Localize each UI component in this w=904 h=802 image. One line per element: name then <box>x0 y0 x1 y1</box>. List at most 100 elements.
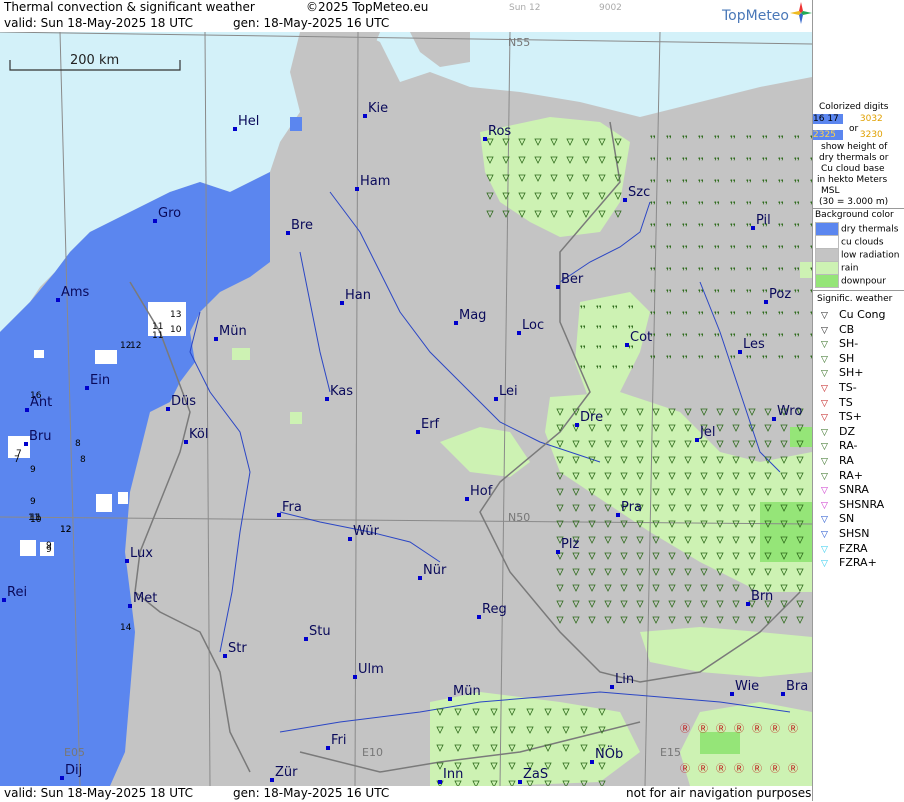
legend-wx-item: ▽ RA <box>821 454 854 467</box>
city-8[interactable]: Ams <box>56 285 90 302</box>
city-36[interactable]: Nür <box>418 563 447 580</box>
drizzle-symbol: ❜❜ <box>778 333 784 343</box>
city-marker <box>781 692 785 696</box>
drizzle-symbol: ❜❜ <box>746 289 752 299</box>
city-label: Fra <box>282 500 302 515</box>
drizzle-symbol: ❜❜ <box>714 157 720 167</box>
city-label: Ber <box>561 272 584 287</box>
weather-icon: ▽ <box>821 398 828 409</box>
city-label: Lei <box>499 384 518 399</box>
legend-panel: Colorized digits 16 17 3032 or 2325 3230… <box>812 0 904 801</box>
city-9[interactable]: Han <box>340 288 371 305</box>
drizzle-symbol: ❜❜ <box>596 305 602 315</box>
city-22[interactable]: Dre <box>575 410 603 427</box>
drizzle-symbol: ❜❜ <box>778 267 784 277</box>
city-51[interactable]: ZaS <box>518 767 548 784</box>
city-32[interactable]: Wür <box>348 524 380 541</box>
city-2[interactable]: Ros <box>483 124 511 141</box>
drizzle-symbol: ❜❜ <box>714 179 720 189</box>
thunderstorm-symbol: Ⓡ <box>752 723 762 735</box>
legend-bg-label: dry thermals <box>841 224 899 235</box>
footer-valid: valid: Sun 18-May-2025 18 UTC <box>4 786 193 800</box>
drizzle-symbol: ❜❜ <box>698 267 704 277</box>
city-marker <box>56 298 60 302</box>
city-47[interactable]: NÖb <box>590 745 623 764</box>
code-label: 9002 <box>599 3 622 13</box>
city-38[interactable]: Reg <box>477 602 507 619</box>
city-label: Poz <box>769 287 791 302</box>
drizzle-symbol: ❜❜ <box>794 245 800 255</box>
city-28[interactable]: Hof <box>465 484 493 501</box>
city-label: Mün <box>219 324 247 339</box>
drizzle-symbol: ❜❜ <box>714 135 720 145</box>
city-label: Bre <box>291 218 313 233</box>
city-11[interactable]: Poz <box>764 287 791 304</box>
drizzle-symbol: ❜❜ <box>762 311 768 321</box>
city-marker <box>355 187 359 191</box>
city-label: NÖb <box>595 745 623 762</box>
grid-label-n55: N55 <box>508 36 530 49</box>
weather-icon: ▽ <box>821 544 828 555</box>
drizzle-symbol: ❜❜ <box>730 245 736 255</box>
city-18[interactable]: Kas <box>325 384 353 401</box>
city-4[interactable]: Gro <box>153 206 181 223</box>
city-14[interactable]: Loc <box>517 318 544 335</box>
city-label: Cot <box>630 330 652 345</box>
drizzle-symbol: ❜❜ <box>682 267 688 277</box>
city-31[interactable]: Lux <box>125 546 153 563</box>
city-13[interactable]: Mag <box>454 308 486 325</box>
city-label: Köl <box>189 427 208 442</box>
drizzle-symbol: ❜❜ <box>666 333 672 343</box>
city-marker <box>348 537 352 541</box>
drizzle-symbol: ❜❜ <box>682 179 688 189</box>
drizzle-symbol: ❜❜ <box>778 179 784 189</box>
weather-map[interactable]: 200 km N55 N50 E05 E10 E15 ❜❜ ❜❜ ❜❜ ❜❜ ❜❜ ❜❜ ❜… <box>0 32 812 786</box>
drizzle-symbol: ❜❜ <box>650 201 656 211</box>
drizzle-symbol: ❜❜ <box>682 289 688 299</box>
city-label: Lin <box>615 672 634 687</box>
city-12[interactable]: Mün <box>214 324 247 341</box>
weather-icon: ▽ <box>821 530 828 540</box>
drizzle-symbol: ❜❜ <box>746 311 752 321</box>
drizzle-symbol: ❜❜ <box>666 179 672 189</box>
city-5[interactable]: Szc <box>623 185 650 202</box>
legend-wx-item: ▽ SN <box>821 512 854 525</box>
city-3[interactable]: Ham <box>355 174 390 191</box>
footer-gen: gen: 18-May-2025 16 UTC <box>233 786 390 800</box>
legend-desc-1: dry thermals or <box>819 153 889 163</box>
city-label: Ant <box>30 395 52 410</box>
city-6[interactable]: Bre <box>286 218 313 235</box>
city-marker <box>518 780 522 784</box>
city-label: Met <box>133 591 157 606</box>
city-44[interactable]: Bra <box>781 679 808 696</box>
thunderstorm-symbol: Ⓡ <box>698 763 708 775</box>
city-20[interactable]: Ant <box>25 395 52 412</box>
drizzle-symbol: ❜❜ <box>596 325 602 335</box>
topmeteo-logo: TopMeteo <box>722 2 812 24</box>
drizzle-symbol: ❜❜ <box>794 267 800 277</box>
city-15[interactable]: Cot <box>625 330 652 347</box>
drizzle-symbol: ❜❜ <box>778 355 784 365</box>
city-10[interactable]: Ber <box>556 272 584 289</box>
thunderstorm-symbol: Ⓡ <box>698 723 708 735</box>
city-37[interactable]: Brn <box>746 589 773 606</box>
city-label: Stu <box>309 624 331 639</box>
city-35[interactable]: Met <box>128 591 157 608</box>
city-marker <box>85 386 89 390</box>
city-41[interactable]: Ulm <box>353 662 384 679</box>
city-24[interactable]: Bru <box>24 429 52 446</box>
city-label: Rei <box>7 585 27 600</box>
legend-wx-label: CB <box>839 322 855 336</box>
gen-time: gen: 18-May-2025 16 UTC <box>233 16 390 30</box>
legend-desc-3: in hekto Meters <box>817 175 888 185</box>
compass-icon <box>790 2 812 24</box>
city-23[interactable]: Wro <box>772 404 802 421</box>
city-48[interactable]: Zür <box>270 765 298 782</box>
city-16[interactable]: Les <box>738 337 765 354</box>
city-45[interactable]: Mün <box>448 684 481 701</box>
city-43[interactable]: Wie <box>730 679 759 696</box>
city-21[interactable]: Düs <box>166 394 196 411</box>
weather-icon: ▽ <box>821 311 828 321</box>
valid-time: valid: Sun 18-May-2025 18 UTC <box>4 16 193 30</box>
footer: valid: Sun 18-May-2025 18 UTC gen: 18-Ma… <box>0 786 812 802</box>
